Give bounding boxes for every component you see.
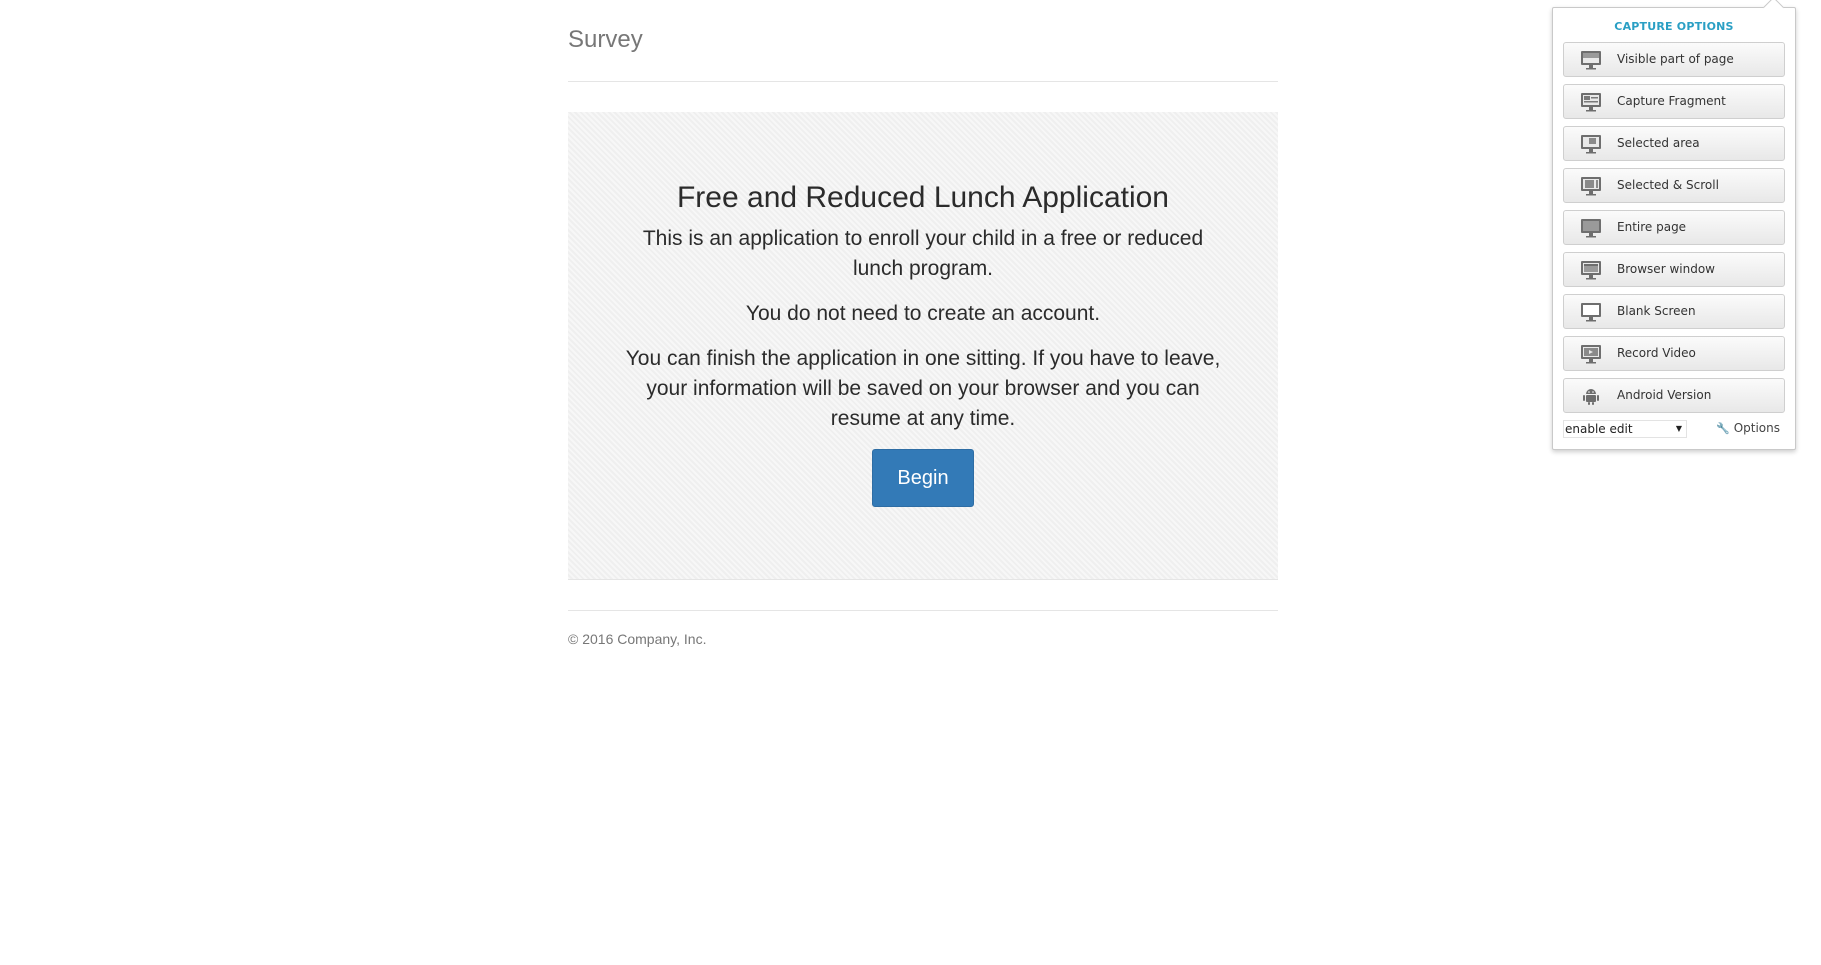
jumbotron: Free and Reduced Lunch Application This …	[568, 112, 1278, 580]
monitor-blank-icon	[1581, 303, 1601, 322]
wrench-icon: 🔧	[1715, 422, 1730, 435]
resume-paragraph: You can finish the application in one si…	[625, 347, 1221, 430]
capture-fragment-button[interactable]: Capture Fragment	[1563, 84, 1785, 119]
monitor-scroll-icon	[1581, 177, 1601, 196]
blank-screen-button[interactable]: Blank Screen	[1563, 294, 1785, 329]
entire-page-button[interactable]: Entire page	[1563, 210, 1785, 245]
browser-window-button[interactable]: Browser window	[1563, 252, 1785, 287]
monitor-video-icon	[1581, 345, 1601, 364]
selected-scroll-button[interactable]: Selected & Scroll	[1563, 168, 1785, 203]
application-title: Free and Reduced Lunch Application	[676, 181, 1169, 214]
footer: © 2016 Company, Inc.	[568, 610, 1278, 647]
monitor-selected-icon	[1581, 135, 1601, 154]
monitor-entire-icon	[1581, 219, 1601, 238]
monitor-window-icon	[1581, 261, 1601, 280]
brand-title: Survey	[568, 26, 643, 53]
visible-part-label: Visible part of page	[1617, 52, 1734, 66]
intro-paragraph: This is an application to enroll your ch…	[642, 227, 1204, 280]
selected-area-button[interactable]: Selected area	[1563, 126, 1785, 161]
enable-edit-select[interactable]: enable edit ▼	[1563, 420, 1687, 438]
panel-footer: enable edit ▼ 🔧 Options	[1553, 420, 1795, 442]
copyright-text: © 2016 Company, Inc.	[568, 631, 707, 647]
monitor-visible-icon	[1581, 51, 1601, 70]
dropdown-caret-icon: ▼	[1675, 424, 1682, 433]
record-video-label: Record Video	[1617, 346, 1696, 360]
options-label: Options	[1733, 421, 1780, 435]
enable-edit-value: enable edit	[1565, 422, 1633, 436]
page-header: Survey	[568, 0, 1278, 82]
android-version-button[interactable]: Android Version	[1563, 378, 1785, 413]
record-video-button[interactable]: Record Video	[1563, 336, 1785, 371]
visible-part-button[interactable]: Visible part of page	[1563, 42, 1785, 77]
monitor-fragment-icon	[1581, 93, 1601, 112]
panel-pointer	[1762, 0, 1785, 19]
entire-page-label: Entire page	[1617, 220, 1687, 234]
selected-scroll-label: Selected & Scroll	[1617, 178, 1719, 192]
android-icon	[1583, 389, 1599, 405]
begin-button[interactable]: Begin	[872, 449, 974, 507]
account-paragraph: You do not need to create an account.	[745, 302, 1101, 325]
capture-fragment-label: Capture Fragment	[1617, 94, 1726, 108]
selected-area-label: Selected area	[1617, 136, 1700, 150]
capture-options-title: CAPTURE OPTIONS	[1614, 20, 1734, 33]
options-link[interactable]: 🔧 Options	[1716, 421, 1780, 435]
browser-window-label: Browser window	[1617, 262, 1715, 276]
page-container: Survey Free and Reduced Lunch Applicatio…	[568, 0, 1278, 647]
blank-screen-label: Blank Screen	[1617, 304, 1696, 318]
android-version-label: Android Version	[1617, 388, 1712, 402]
capture-options-panel: CAPTURE OPTIONS Visible part of page Cap…	[1552, 0, 1796, 450]
